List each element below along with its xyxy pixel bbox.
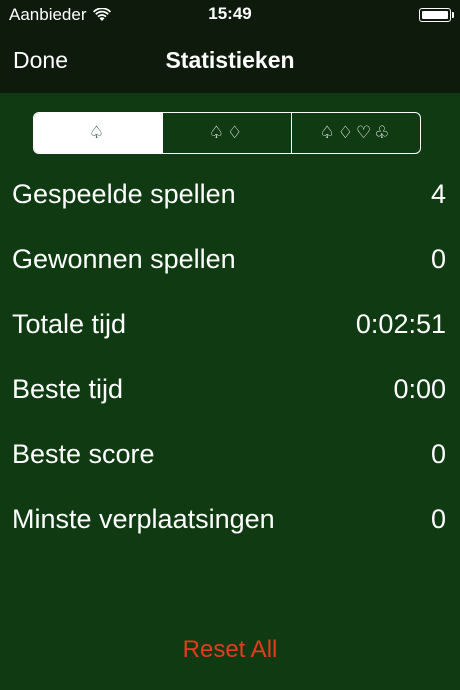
segment-one-suit[interactable]: ♤ [34, 113, 162, 153]
status-bar: Aanbieder 15:49 [0, 0, 460, 30]
stat-label: Minste verplaatsingen [12, 504, 275, 534]
status-time: 15:49 [208, 4, 252, 23]
page-title: Statistieken [165, 47, 295, 73]
stat-label: Beste tijd [12, 374, 124, 404]
navigation-bar: Done Statistieken [0, 30, 460, 93]
stat-row-total-time: Totale tijd 0:02:51 [0, 292, 460, 357]
stat-value: 0:02:51 [355, 309, 446, 339]
stat-row-games-won: Gewonnen spellen 0 [0, 227, 460, 292]
stat-value: 0 [430, 504, 446, 534]
stat-label: Gewonnen spellen [12, 244, 236, 274]
segment-two-suits[interactable]: ♤♢ [162, 113, 291, 153]
stats-list: Gespeelde spellen 4 Gewonnen spellen 0 T… [0, 162, 460, 552]
stat-row-fewest-moves: Minste verplaatsingen 0 [0, 487, 460, 552]
stat-row-best-time: Beste tijd 0:00 [0, 357, 460, 422]
stat-row-best-score: Beste score 0 [0, 422, 460, 487]
stat-value: 0 [430, 244, 446, 274]
segment-four-suits[interactable]: ♤♢♡♧ [291, 113, 420, 153]
stat-value: 0:00 [393, 374, 446, 404]
stat-value: 0 [430, 439, 446, 469]
stat-label: Beste score [12, 439, 155, 469]
stat-row-games-played: Gespeelde spellen 4 [0, 162, 460, 227]
battery-icon [419, 8, 454, 22]
stat-value: 4 [430, 179, 446, 209]
stat-label: Gespeelde spellen [12, 179, 236, 209]
reset-all-button[interactable]: Reset All [0, 636, 460, 664]
stat-label: Totale tijd [12, 309, 127, 339]
suit-segmented-control: ♤ ♤♢ ♤♢♡♧ [33, 112, 421, 154]
